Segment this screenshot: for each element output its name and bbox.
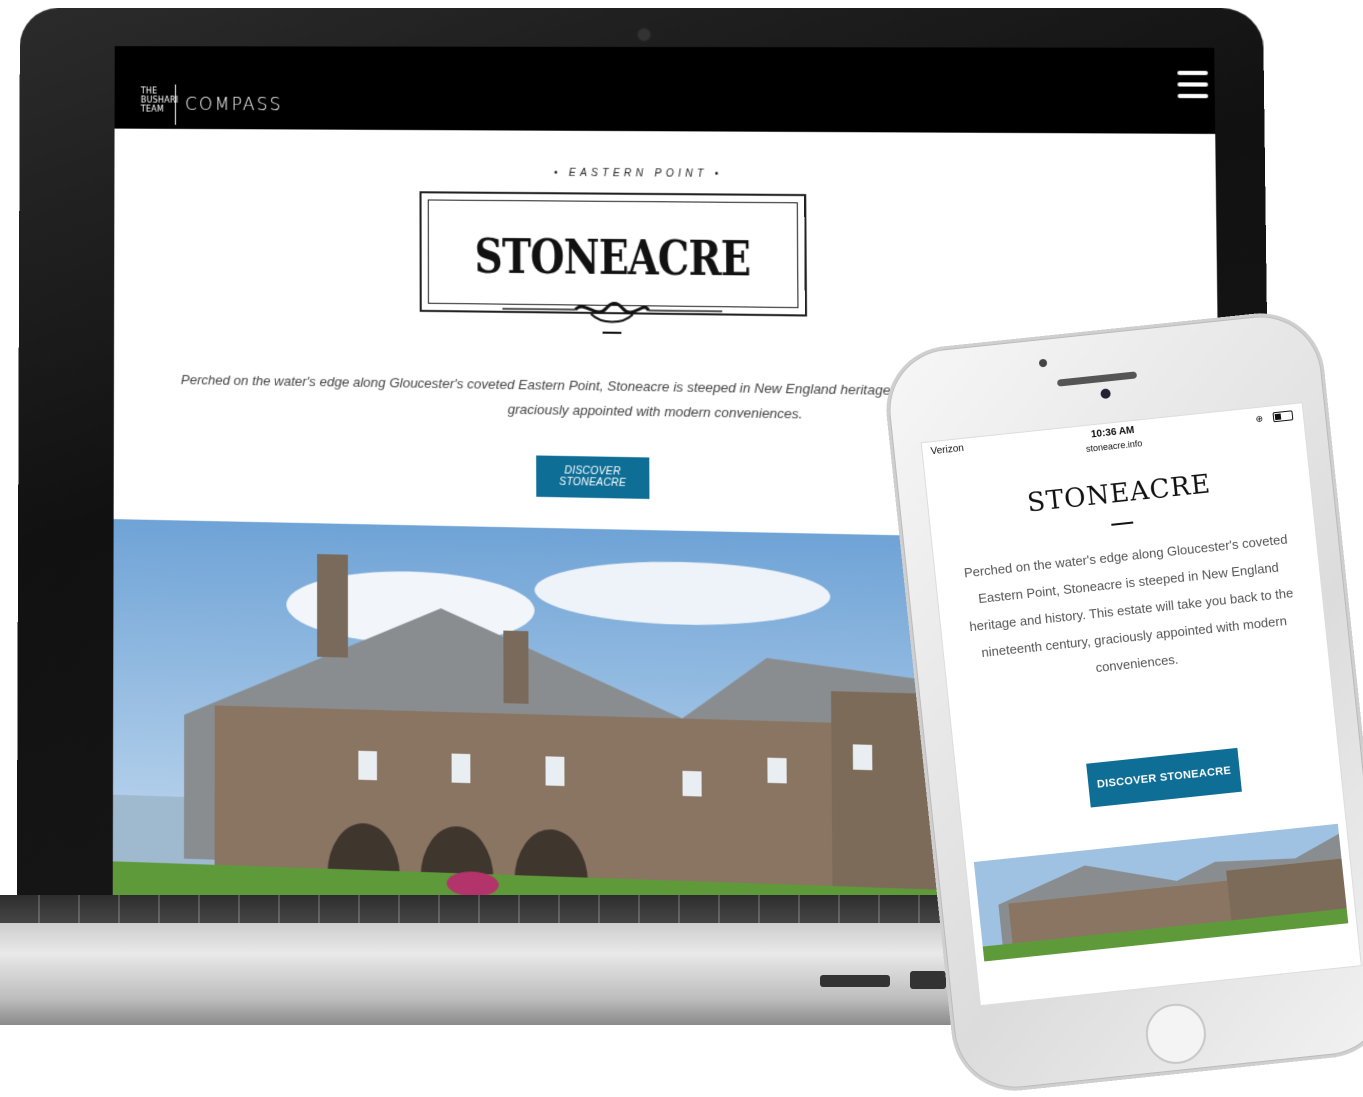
eyebrow-text: • EASTERN POINT • — [554, 168, 723, 180]
brand-compass-logo[interactable]: COMPASS — [185, 95, 283, 116]
flourish-ornament-icon — [502, 296, 722, 340]
rotation-lock-icon: ⊕ — [1255, 413, 1264, 425]
brand-team-line: BUSHARI — [141, 95, 179, 104]
speaker-icon — [1057, 371, 1137, 386]
mobile-discover-stoneacre-button[interactable]: DISCOVER STONEACRE — [1086, 748, 1242, 808]
title-underline — [1111, 522, 1133, 526]
phone-screen: Verizon 10:36 AM stoneacre.info ⊕ STONEA… — [921, 402, 1362, 1006]
brand-divider — [175, 85, 176, 125]
front-camera-icon — [1100, 388, 1111, 399]
sd-slot — [820, 975, 890, 987]
home-button[interactable] — [1143, 1001, 1209, 1067]
hamburger-icon[interactable] — [1177, 71, 1208, 98]
brand-team-logo[interactable]: THE BUSHARI TEAM — [141, 86, 179, 113]
mobile-intro-paragraph: Perched on the water's edge along Glouce… — [960, 525, 1302, 694]
laptop-base — [0, 895, 1090, 1025]
brand-team-line: THE — [141, 86, 179, 95]
mobile-estate-photo — [974, 824, 1348, 962]
proximity-sensor-icon — [1039, 359, 1048, 368]
battery-icon — [1272, 410, 1293, 422]
phone-frame: Verizon 10:36 AM stoneacre.info ⊕ STONEA… — [880, 307, 1363, 1097]
page-title: STONEACRE — [456, 228, 770, 287]
usb-port — [910, 971, 946, 989]
webcam-icon — [636, 26, 653, 42]
keyboard — [0, 895, 1090, 923]
discover-stoneacre-button[interactable]: DISCOVER STONEACRE — [536, 455, 649, 499]
site-nav: THE BUSHARI TEAM COMPASS — [115, 46, 1216, 134]
brand-team-line: TEAM — [141, 105, 179, 114]
